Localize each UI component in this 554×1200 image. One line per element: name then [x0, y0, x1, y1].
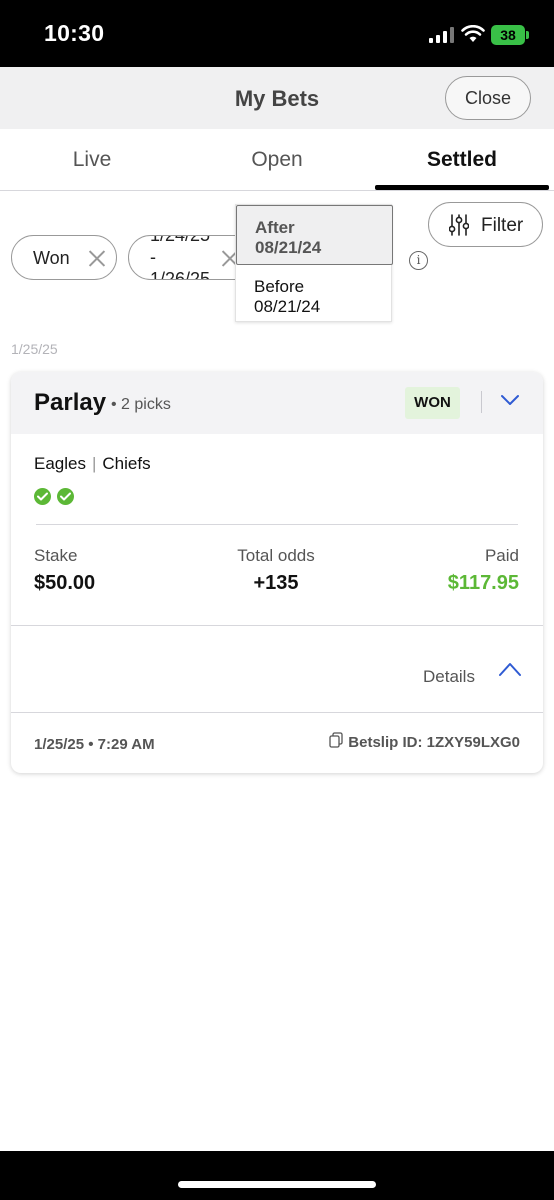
filter-chip-label: 1/24/25 - 1/26/25 [150, 235, 211, 280]
tab-live[interactable]: Live [0, 148, 184, 172]
filter-chip-won[interactable]: Won [11, 235, 117, 280]
chevron-down-icon[interactable] [501, 391, 519, 409]
filter-chip-label: Won [33, 248, 70, 268]
status-bar: 10:30 38 [0, 0, 554, 67]
home-indicator[interactable] [178, 1181, 376, 1188]
tab-open[interactable]: Open [185, 148, 369, 172]
check-circle-icon [57, 488, 74, 505]
filter-button-label: Filter [481, 215, 524, 236]
bet-card-header: Parlay • 2 picks WON [11, 372, 543, 434]
sliders-icon [449, 214, 469, 236]
wifi-icon [461, 25, 485, 42]
paid-label: Paid [484, 546, 519, 565]
tab-bar: Live Open Settled [0, 129, 554, 191]
paid-value: $117.95 [447, 572, 519, 594]
active-tab-indicator [375, 185, 549, 190]
team-name: Chiefs [102, 454, 151, 473]
bet-legs: Eagles | Chiefs [34, 454, 151, 474]
close-button[interactable]: Close [445, 76, 531, 120]
divider [36, 524, 518, 525]
dropdown-option-after[interactable]: After 08/21/24 [236, 205, 393, 265]
divider [481, 391, 482, 413]
team-name: Eagles [34, 454, 86, 473]
odds-label: Total odds [237, 546, 315, 565]
battery-tip [526, 31, 529, 39]
stake-value: $50.00 [34, 572, 96, 594]
header: My Bets Close [0, 67, 554, 129]
pick-count: • 2 picks [111, 396, 171, 413]
cellular-signal-icon [429, 27, 455, 43]
date-dropdown: After 08/21/24 Before 08/21/24 [235, 204, 393, 322]
check-circle-icon [34, 488, 51, 505]
tab-settled[interactable]: Settled [370, 148, 554, 172]
bet-placed-time: 1/25/25 • 7:29 AM [34, 736, 155, 753]
filter-button[interactable]: Filter [428, 202, 543, 247]
status-time: 10:30 [44, 20, 105, 46]
odds-value: +135 [253, 572, 299, 594]
divider [11, 712, 543, 713]
date-section-header: 1/25/25 [11, 341, 58, 357]
dropdown-option-label: After 08/21/24 [255, 218, 322, 257]
dropdown-option-before[interactable]: Before 08/21/24 [254, 277, 320, 317]
details-toggle[interactable]: Details [423, 667, 475, 687]
battery-icon: 38 [491, 25, 525, 45]
copy-icon[interactable] [329, 732, 343, 748]
info-icon[interactable]: i [409, 251, 428, 270]
status-badge: WON [405, 387, 460, 419]
close-icon[interactable] [88, 249, 106, 267]
bet-card[interactable]: Parlay • 2 picks WON Eagles | Chiefs Stake… [11, 372, 543, 773]
divider [11, 625, 543, 626]
stake-label: Stake [34, 546, 78, 565]
betslip-id[interactable]: Betslip ID: 1ZXY59LXG0 [348, 734, 520, 751]
bet-type: Parlay [34, 389, 107, 416]
separator: | [91, 454, 97, 473]
home-bar [0, 1151, 554, 1200]
chevron-up-icon[interactable] [499, 661, 521, 677]
